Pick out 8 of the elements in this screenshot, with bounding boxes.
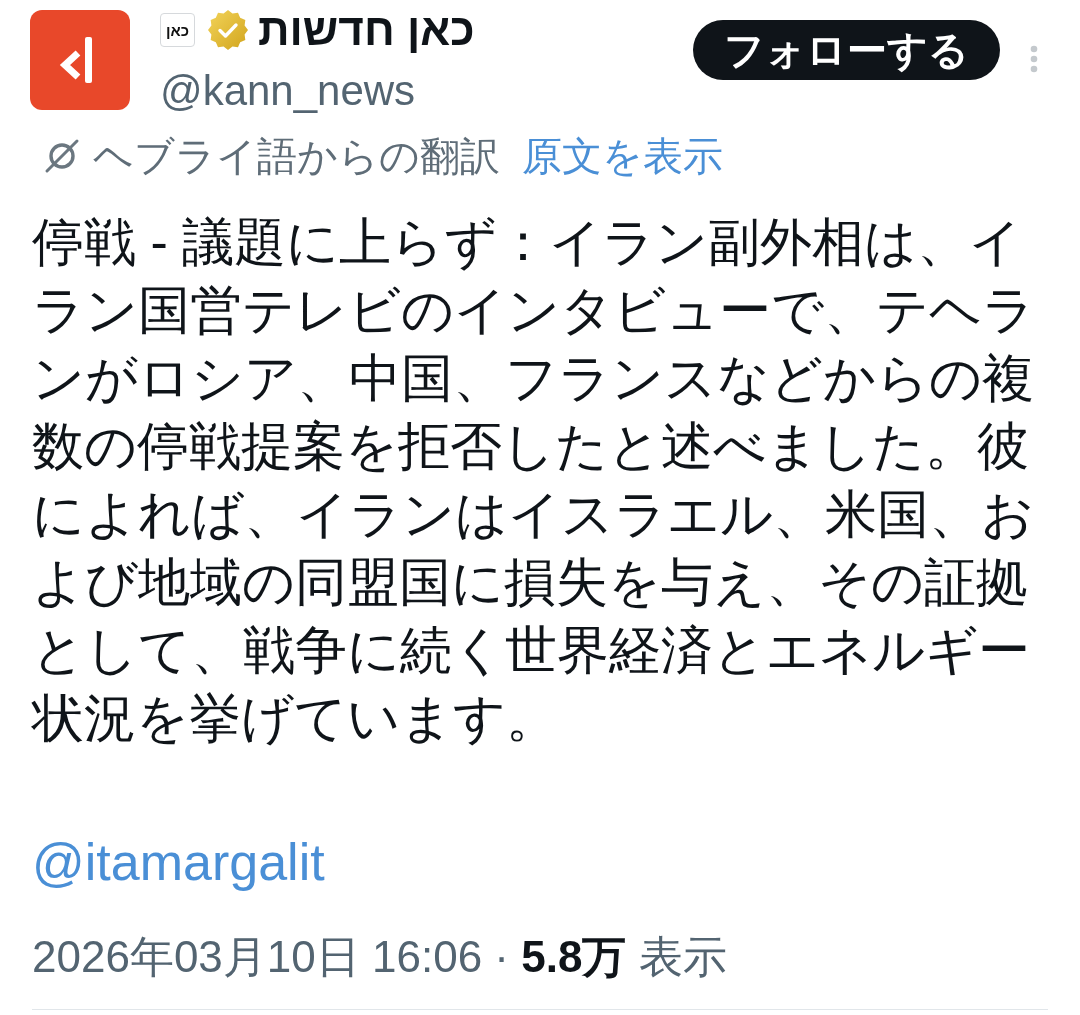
follow-button[interactable]: フォローする [693,20,1000,80]
post-text: 停戦 - 議題に上らず：イラン副外相は、イラン国営テレビのインタビューで、テヘランがロシア、中国、フランスなどからの複数の停戦提案を拒否したと述べました。彼によれば、イランはイスラエル、米国、および地域の同盟国に損失を与え、その証拠として、戦争に続く世界経済とエネルギー状況を挙げています。 [32,212,1036,749]
post-timestamp-views: 2026年03月10日 16:06 · 5.8万 表示 [32,931,727,983]
avatar-logo[interactable] [30,10,130,110]
account-handle[interactable]: @kann_news [160,68,416,114]
translate-icon [44,138,80,174]
translation-label: ヘブライ語からの翻訳 [93,134,500,178]
affiliate-badge[interactable]: כאן [160,13,195,47]
